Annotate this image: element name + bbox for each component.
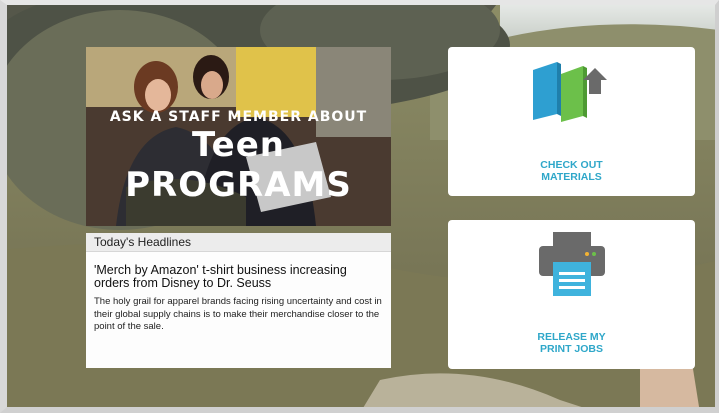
headline-title[interactable]: 'Merch by Amazon' t-shirt business incre…	[94, 264, 384, 290]
banner-subtitle: ASK A STAFF MEMBER ABOUT	[109, 109, 368, 125]
kiosk-screen: ASK A STAFF MEMBER ABOUT Teen PROGRAMS T…	[0, 0, 719, 413]
teen-programs-banner[interactable]: ASK A STAFF MEMBER ABOUT Teen PROGRAMS	[86, 47, 391, 226]
headline-summary: The holy grail for apparel brands facing…	[94, 296, 382, 332]
check-out-label-line1: CHECK OUT	[540, 159, 603, 171]
books-upload-icon	[533, 62, 607, 122]
check-out-materials-button[interactable]: CHECK OUT MATERIALS	[448, 47, 695, 196]
headlines-header: Today's Headlines	[86, 233, 391, 252]
check-out-label-line2: MATERIALS	[541, 171, 602, 183]
print-label-line1: RELEASE MY	[537, 331, 606, 343]
headlines-header-label: Today's Headlines	[94, 235, 192, 249]
print-label-line2: PRINT JOBS	[539, 343, 603, 355]
release-print-jobs-button[interactable]: RELEASE MY PRINT JOBS	[448, 220, 695, 369]
printer-icon	[539, 232, 605, 296]
headlines-card[interactable]: Today's Headlines 'Merch by Amazon' t-sh…	[86, 233, 391, 368]
banner-title: Teen PROGRAMS	[125, 125, 352, 205]
